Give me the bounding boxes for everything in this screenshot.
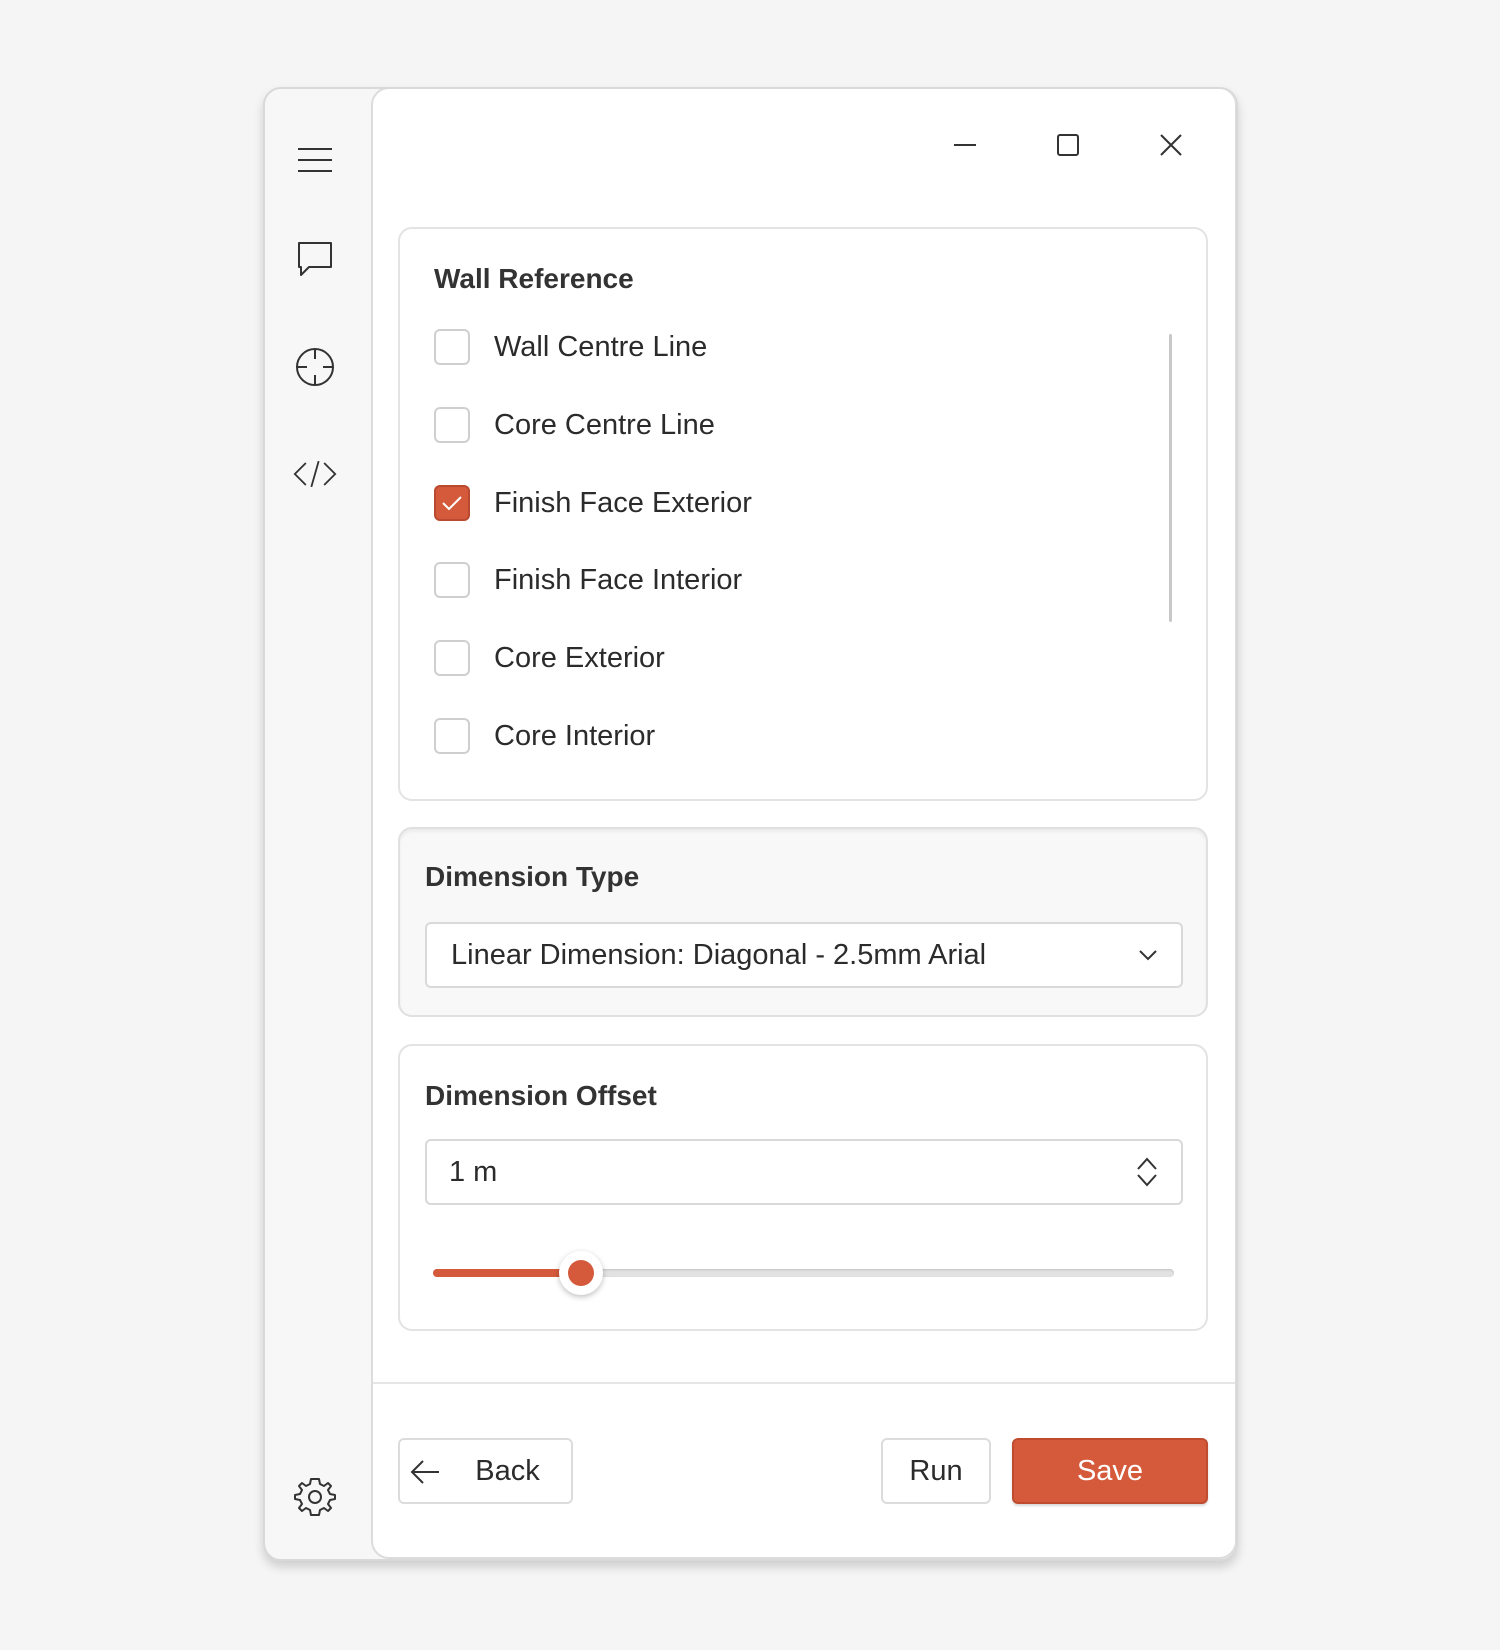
checkbox-label: Core Interior	[494, 719, 656, 752]
save-button-label: Save	[1076, 1454, 1144, 1487]
dimension-offset-card: Dimension Offset	[398, 1044, 1208, 1331]
chevron-down-icon	[1139, 950, 1157, 961]
close-icon	[1160, 134, 1182, 156]
dimension-offset-title: Dimension Offset	[425, 1080, 657, 1111]
checkbox-box[interactable]	[434, 329, 470, 365]
run-button[interactable]: Run	[881, 1438, 991, 1504]
arrow-left-icon	[410, 1460, 439, 1484]
checkbox-box[interactable]	[434, 640, 470, 676]
dimension-type-value: Linear Dimension: Diagonal - 2.5mm Arial	[451, 938, 987, 971]
checkbox-core-centre-line[interactable]: Core Centre Line	[434, 403, 715, 447]
checkbox-label: Core Centre Line	[494, 408, 715, 441]
app-window: Wall Reference Wall Centre Line Core Cen…	[263, 87, 1238, 1561]
chat-bubble-icon[interactable]	[293, 237, 337, 281]
checkbox-label: Core Exterior	[494, 641, 665, 674]
wall-reference-scrollbar[interactable]	[1169, 334, 1172, 622]
dimension-offset-slider[interactable]	[433, 1251, 1174, 1295]
checkbox-label: Finish Face Exterior	[494, 486, 752, 519]
back-button[interactable]: Back	[398, 1438, 573, 1504]
close-button[interactable]	[1141, 115, 1201, 175]
maximize-icon	[1057, 134, 1079, 156]
checkbox-finish-face-exterior[interactable]: Finish Face Exterior	[434, 481, 752, 525]
checkbox-wall-centre-line[interactable]: Wall Centre Line	[434, 325, 707, 369]
dimension-type-title: Dimension Type	[425, 861, 640, 892]
checkbox-label: Finish Face Interior	[494, 563, 743, 596]
wall-reference-card: Wall Reference Wall Centre Line Core Cen…	[398, 227, 1208, 801]
code-icon[interactable]	[293, 452, 337, 496]
footer-divider	[373, 1382, 1235, 1384]
spin-up-down-icon[interactable]	[1135, 1155, 1159, 1189]
checkbox-box[interactable]	[434, 407, 470, 443]
checkbox-label: Wall Centre Line	[494, 330, 708, 363]
dimension-type-select[interactable]: Linear Dimension: Diagonal - 2.5mm Arial	[425, 922, 1183, 988]
checkbox-box[interactable]	[434, 562, 470, 598]
slider-thumb-dot	[568, 1260, 595, 1286]
checkbox-box[interactable]	[434, 718, 470, 754]
checkbox-box-checked[interactable]	[434, 485, 470, 521]
save-button[interactable]: Save	[1012, 1438, 1208, 1504]
back-button-label: Back	[475, 1454, 540, 1487]
checkbox-finish-face-interior[interactable]: Finish Face Interior	[434, 558, 742, 602]
checkbox-core-interior[interactable]: Core Interior	[434, 714, 655, 758]
checkbox-core-exterior[interactable]: Core Exterior	[434, 636, 665, 680]
dimension-offset-input[interactable]	[449, 1155, 1049, 1189]
dimension-type-card: Dimension Type Linear Dimension: Diagona…	[398, 827, 1208, 1017]
hamburger-menu-icon[interactable]	[293, 138, 337, 182]
sidebar	[265, 89, 372, 1559]
dimension-offset-spinbox[interactable]	[425, 1139, 1183, 1205]
slider-thumb[interactable]	[559, 1251, 604, 1295]
content-panel: Wall Reference Wall Centre Line Core Cen…	[371, 89, 1236, 1559]
maximize-button[interactable]	[1038, 115, 1098, 175]
run-button-label: Run	[909, 1454, 963, 1487]
checkmark-icon	[442, 496, 462, 511]
crosshair-icon[interactable]	[293, 345, 337, 389]
wall-reference-title: Wall Reference	[434, 263, 634, 294]
gear-icon[interactable]	[293, 1475, 337, 1519]
minimize-button[interactable]	[935, 115, 995, 175]
minimize-icon	[954, 144, 976, 146]
